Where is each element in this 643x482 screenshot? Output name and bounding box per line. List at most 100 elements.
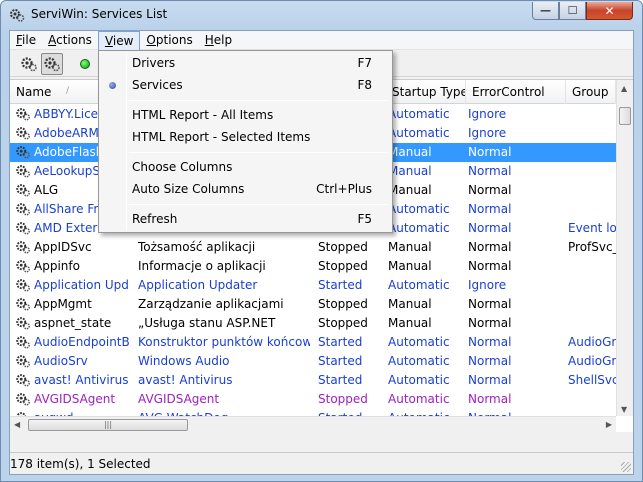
cell-name: Appinfo xyxy=(34,259,80,273)
scroll-up-icon[interactable]: ▲ xyxy=(621,84,627,93)
cell-disp: Tożsamość aplikacji xyxy=(138,240,256,254)
cell-errc: Normal xyxy=(468,316,512,330)
service-gear-icon xyxy=(15,220,31,239)
horizontal-scroll-thumb[interactable]: ||| xyxy=(28,419,188,431)
cell-errc: Normal xyxy=(468,392,512,406)
cell-status: Stopped xyxy=(318,297,368,311)
scroll-down-icon[interactable]: ▼ xyxy=(621,405,627,414)
cell-disp: Konstruktor punktów końcow... xyxy=(138,335,310,349)
service-gear-icon xyxy=(15,391,31,410)
cell-disp: Application Updater xyxy=(138,278,258,292)
vertical-scrollbar[interactable]: ▲ ▼ xyxy=(616,80,633,416)
service-gear-icon xyxy=(15,182,31,201)
cell-status: Stopped xyxy=(318,316,368,330)
column-header-error-control[interactable]: ErrorControl xyxy=(466,80,566,104)
column-header-startup-type[interactable]: Startup Type xyxy=(386,80,466,104)
cell-status: Stopped xyxy=(318,392,368,406)
horizontal-scrollbar[interactable]: ◀ ||| ▶ xyxy=(10,416,616,432)
table-row[interactable]: AudioEndpointB... Konstruktor punktów koń… xyxy=(10,333,616,352)
cell-disp: AVGIDSAgent xyxy=(138,392,220,406)
scroll-right-icon[interactable]: ▶ xyxy=(606,420,612,429)
green-circle-icon xyxy=(80,59,90,69)
menu-item-services[interactable]: Services F8 xyxy=(101,75,390,97)
cell-startup: Manual xyxy=(388,240,432,254)
menu-separator xyxy=(129,152,388,153)
cell-startup: Automatic xyxy=(388,373,450,387)
service-gear-icon xyxy=(15,125,31,144)
table-row[interactable]: AudioSrv Windows Audio Started Automatic Nor… xyxy=(10,352,616,371)
table-row[interactable]: AppIDSvc Tożsamość aplikacji Stopped Manual… xyxy=(10,238,616,257)
menu-item-html-report-all[interactable]: HTML Report - All Items xyxy=(101,105,390,127)
service-gear-icon xyxy=(15,315,31,334)
cell-startup: Automatic xyxy=(388,354,450,368)
cell-errc: Normal xyxy=(468,354,512,368)
cell-errc: Normal xyxy=(468,221,512,235)
status-text: 178 item(s), 1 Selected xyxy=(10,457,151,471)
menu-item-refresh[interactable]: Refresh F5 xyxy=(101,209,390,231)
cell-status: Started xyxy=(318,373,363,387)
cell-status: Stopped xyxy=(318,259,368,273)
service-gear-icon xyxy=(15,144,31,163)
table-row[interactable]: Application Upd... Application Updater Sta… xyxy=(10,276,616,295)
cell-group: Event log xyxy=(568,221,616,235)
table-row[interactable]: aspnet_state „Usługa stanu ASP.NET Stopped… xyxy=(10,314,616,333)
menu-view[interactable]: View xyxy=(97,31,141,50)
cell-startup: Manual xyxy=(388,164,432,178)
resize-grip-icon[interactable] xyxy=(621,462,631,472)
vertical-scroll-thumb[interactable] xyxy=(619,107,631,125)
menu-help[interactable]: Help xyxy=(199,31,238,50)
cell-startup: Automatic xyxy=(388,126,450,140)
service-gear-icon xyxy=(15,163,31,182)
cell-disp: Zarządzanie aplikacjami xyxy=(138,297,284,311)
title-bar[interactable]: ServiWin: Services List — ☐ ✕ xyxy=(1,1,642,29)
cell-errc: Normal xyxy=(468,373,512,387)
menu-item-auto-size-columns[interactable]: Auto Size Columns Ctrl+Plus xyxy=(101,179,390,201)
service-gear-icon xyxy=(15,201,31,220)
cell-errc: Normal xyxy=(468,164,512,178)
table-row[interactable]: AVGIDSAgent AVGIDSAgent Stopped Automatic No… xyxy=(10,390,616,409)
menu-item-drivers[interactable]: Drivers F7 xyxy=(101,53,390,75)
cell-errc: Ignore xyxy=(468,126,507,140)
start-service-button[interactable] xyxy=(74,53,96,75)
cell-startup: Manual xyxy=(388,145,432,159)
cell-status: Started xyxy=(318,278,363,292)
column-header-group[interactable]: Group xyxy=(566,80,616,104)
cell-name: AudioEndpointB... xyxy=(34,335,130,349)
services-toolbar-button[interactable] xyxy=(41,53,63,75)
service-gear-icon xyxy=(15,372,31,391)
cell-name: avast! Antivirus xyxy=(34,373,129,387)
cell-name: AppIDSvc xyxy=(34,240,92,254)
table-row[interactable]: avast! Antivirus avast! Antivirus Started A… xyxy=(10,371,616,390)
table-row[interactable]: Appinfo Informacje o aplikacji Stopped Manu… xyxy=(10,257,616,276)
cell-startup: Manual xyxy=(388,183,432,197)
cell-errc: Normal xyxy=(468,145,512,159)
cell-name: AudioSrv xyxy=(34,354,88,368)
close-button[interactable]: ✕ xyxy=(586,2,633,20)
minimize-button[interactable]: — xyxy=(532,2,559,20)
table-row[interactable]: AppMgmt Zarządzanie aplikacjami Stopped Man… xyxy=(10,295,616,314)
cell-errc: Ignore xyxy=(468,107,507,121)
cell-startup: Automatic xyxy=(388,278,450,292)
cell-name: AVGIDSAgent xyxy=(34,392,116,406)
service-gear-icon xyxy=(15,353,31,372)
menu-actions[interactable]: Actions xyxy=(42,31,98,50)
menu-item-choose-columns[interactable]: Choose Columns xyxy=(101,157,390,179)
cell-group: ShellSvcG xyxy=(568,373,616,387)
cell-startup: Manual xyxy=(388,316,432,330)
menu-separator xyxy=(129,100,388,101)
menu-item-html-report-selected[interactable]: HTML Report - Selected Items xyxy=(101,127,390,149)
services-gear-icon xyxy=(10,9,25,22)
cell-startup: Automatic xyxy=(388,221,450,235)
drivers-toolbar-button[interactable] xyxy=(18,53,40,75)
cell-errc: Normal xyxy=(468,259,512,273)
cell-disp: Windows Audio xyxy=(138,354,230,368)
scroll-left-icon[interactable]: ◀ xyxy=(14,420,20,429)
menu-file[interactable]: File xyxy=(10,31,42,50)
service-gear-icon xyxy=(15,277,31,296)
menu-separator xyxy=(129,204,388,205)
status-bar: 178 item(s), 1 Selected xyxy=(10,452,633,474)
cell-status: Started xyxy=(318,335,363,349)
maximize-button[interactable]: ☐ xyxy=(559,2,586,20)
gear-icon xyxy=(21,57,37,72)
menu-options[interactable]: Options xyxy=(140,31,198,50)
